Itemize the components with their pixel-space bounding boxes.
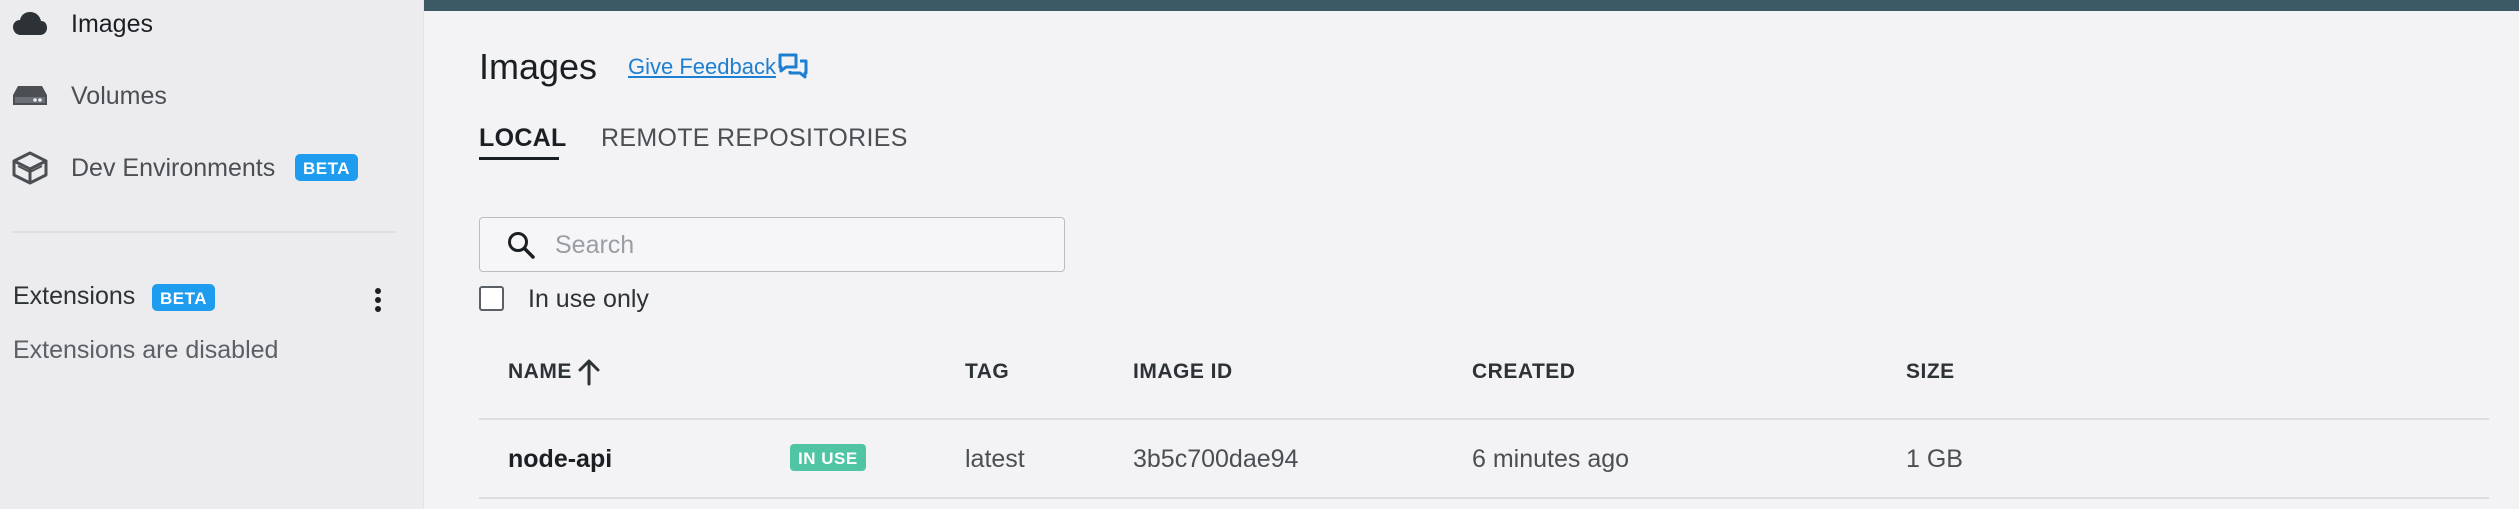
page-title: Images — [479, 46, 598, 87]
image-name[interactable]: node-api — [508, 445, 612, 474]
sort-ascending-icon[interactable] — [576, 358, 602, 386]
sidebar-divider — [13, 231, 395, 233]
column-header-tag[interactable]: TAG — [965, 360, 1009, 384]
search-box[interactable] — [479, 217, 1065, 272]
app-window: Images Volumes Dev Environments BETA Ext… — [0, 0, 2519, 509]
sidebar-item-label: Volumes — [71, 81, 167, 110]
in-use-only-label: In use only — [528, 285, 649, 313]
table-header-divider — [479, 418, 2489, 420]
tab-remote-repositories[interactable]: REMOTE REPOSITORIES — [601, 124, 908, 153]
top-accent-bar — [424, 0, 2519, 11]
image-id: 3b5c700dae94 — [1133, 445, 1299, 473]
extensions-menu-button[interactable] — [368, 285, 388, 317]
in-use-badge: IN USE — [790, 444, 866, 471]
cloud-icon — [10, 4, 50, 44]
sidebar-item-volumes[interactable]: Volumes — [0, 68, 423, 124]
extensions-status: Extensions are disabled — [13, 336, 279, 364]
main-content: Images Give Feedback LOCAL REMOTE REPOSI… — [424, 0, 2519, 509]
sidebar-item-images[interactable]: Images — [0, 0, 423, 52]
image-tag: latest — [965, 445, 1025, 473]
sidebar-item-dev-environments[interactable]: Dev Environments BETA — [0, 140, 423, 196]
table-row-divider — [479, 497, 2489, 499]
image-size: 1 GB — [1906, 445, 1963, 473]
in-use-only-checkbox[interactable] — [479, 286, 504, 311]
column-header-size[interactable]: SIZE — [1906, 360, 1955, 384]
sidebar-item-label: Images — [71, 9, 153, 38]
search-input[interactable] — [553, 218, 1057, 272]
drive-icon — [10, 76, 50, 116]
beta-badge: BETA — [295, 154, 359, 181]
extensions-beta-badge: BETA — [152, 284, 216, 311]
active-tab-indicator — [479, 157, 559, 160]
sidebar: Images Volumes Dev Environments BETA Ext… — [0, 0, 424, 509]
image-created: 6 minutes ago — [1472, 445, 1630, 473]
feedback-chat-icon[interactable] — [778, 53, 808, 81]
cube-icon — [10, 148, 50, 188]
extensions-title: Extensions — [13, 282, 136, 310]
column-header-name[interactable]: NAME — [508, 360, 572, 384]
give-feedback-link[interactable]: Give Feedback — [628, 54, 776, 80]
search-icon — [506, 230, 536, 260]
more-vertical-icon — [368, 288, 388, 321]
tab-local[interactable]: LOCAL — [479, 124, 567, 153]
sidebar-item-label: Dev Environments — [71, 153, 276, 182]
column-header-image-id[interactable]: IMAGE ID — [1133, 360, 1233, 384]
column-header-created[interactable]: CREATED — [1472, 360, 1575, 384]
